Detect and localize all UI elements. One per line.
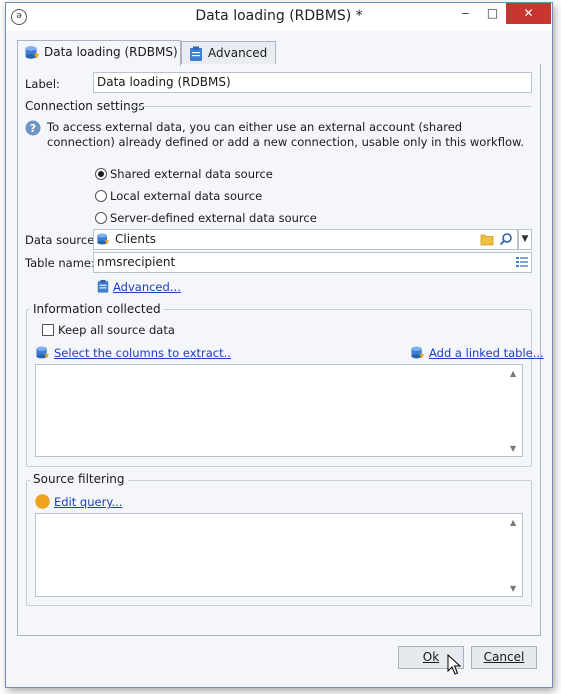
scroll-up-icon[interactable]: ▲ bbox=[510, 369, 516, 378]
database-icon bbox=[36, 346, 50, 359]
datasource-field[interactable]: Clients bbox=[93, 229, 518, 250]
tablename-field[interactable]: nmsrecipient bbox=[93, 252, 532, 273]
tab-label: Advanced bbox=[208, 46, 268, 60]
datasource-value: Clients bbox=[115, 232, 156, 246]
label-caption: Label: bbox=[25, 77, 60, 91]
ok-label: Ok bbox=[422, 650, 440, 664]
advanced-link[interactable]: Advanced... bbox=[113, 280, 181, 294]
svg-text:?: ? bbox=[30, 122, 36, 135]
tab-data-loading[interactable]: Data loading (RDBMS) bbox=[17, 40, 181, 66]
scroll-down-icon[interactable]: ▼ bbox=[510, 584, 516, 593]
keep-all-label: Keep all source data bbox=[58, 323, 175, 337]
information-collected-title: Information collected bbox=[30, 302, 164, 316]
radio-server-label: Server-defined external data source bbox=[110, 211, 317, 225]
clipboard-icon bbox=[190, 46, 202, 61]
scroll-down-icon[interactable]: ▼ bbox=[510, 444, 516, 453]
scrollbar[interactable]: ▲ ▼ bbox=[506, 365, 522, 456]
mouse-cursor-icon bbox=[447, 654, 462, 675]
minimize-button[interactable]: ‒ bbox=[452, 3, 479, 24]
database-icon bbox=[97, 233, 110, 245]
keep-all-checkbox[interactable] bbox=[42, 324, 54, 336]
select-columns-link[interactable]: Select the columns to extract.. bbox=[54, 346, 231, 360]
scrollbar[interactable]: ▲ ▼ bbox=[506, 514, 522, 596]
folder-icon[interactable] bbox=[480, 233, 494, 246]
maximize-button[interactable]: □ bbox=[479, 3, 506, 24]
query-icon bbox=[35, 494, 50, 509]
clipboard-icon bbox=[97, 279, 109, 293]
datasource-caption: Data source: bbox=[25, 233, 99, 247]
connection-settings-title: Connection settings bbox=[25, 99, 145, 113]
radio-server-source[interactable] bbox=[95, 212, 107, 224]
tablename-caption: Table name: bbox=[25, 256, 95, 270]
database-icon bbox=[411, 346, 425, 359]
label-field[interactable]: Data loading (RDBMS) bbox=[93, 72, 532, 93]
radio-shared-label: Shared external data source bbox=[110, 167, 273, 181]
radio-local-label: Local external data source bbox=[110, 189, 263, 203]
close-button[interactable]: ✕ bbox=[506, 3, 551, 24]
edit-query-link[interactable]: Edit query... bbox=[54, 495, 122, 509]
source-filtering-title: Source filtering bbox=[30, 472, 128, 486]
radio-local-source[interactable] bbox=[95, 190, 107, 202]
columns-list[interactable]: ▲ ▼ bbox=[35, 364, 523, 457]
section-divider bbox=[129, 106, 531, 107]
scroll-up-icon[interactable]: ▲ bbox=[510, 518, 516, 527]
help-icon: ? bbox=[25, 120, 41, 136]
query-preview-area[interactable]: ▲ ▼ bbox=[35, 513, 523, 597]
tab-advanced[interactable]: Advanced bbox=[181, 41, 276, 66]
title-bar: ə Data loading (RDBMS) * ‒ □ ✕ bbox=[6, 3, 552, 31]
chevron-down-icon[interactable]: ▼ bbox=[518, 229, 532, 250]
search-icon[interactable] bbox=[499, 232, 513, 246]
info-text: To access external data, you can either … bbox=[47, 120, 524, 149]
database-icon bbox=[25, 46, 39, 59]
tab-label: Data loading (RDBMS) bbox=[44, 45, 178, 59]
cancel-button[interactable]: Cancel bbox=[471, 646, 537, 669]
radio-shared-source[interactable] bbox=[95, 168, 107, 180]
add-linked-table-link[interactable]: Add a linked table... bbox=[429, 346, 544, 360]
dialog-window: ə Data loading (RDBMS) * ‒ □ ✕ Data load… bbox=[5, 2, 553, 688]
cancel-label: Cancel bbox=[483, 650, 525, 664]
list-icon[interactable] bbox=[516, 256, 528, 268]
